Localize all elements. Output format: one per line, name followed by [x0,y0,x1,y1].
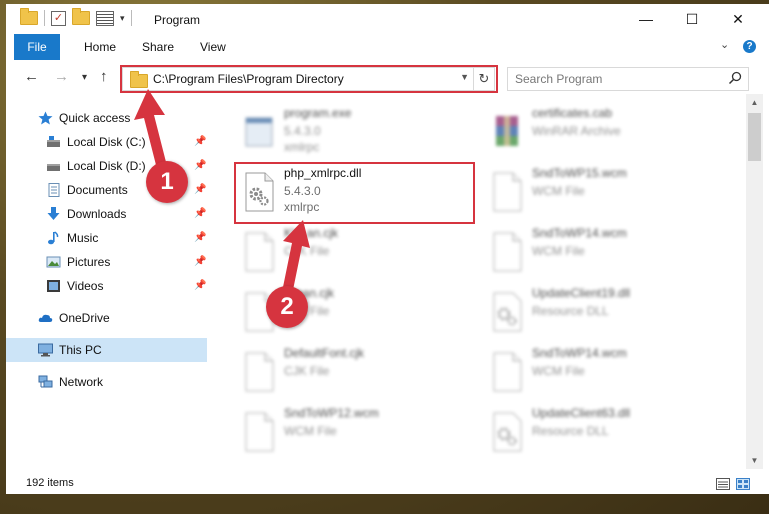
arrow-step-1 [134,89,166,165]
arrow-step-2 [283,220,310,290]
step-badge-1: 1 [146,161,188,203]
step-badge-2: 2 [266,286,308,328]
annotation-arrows [134,89,310,290]
